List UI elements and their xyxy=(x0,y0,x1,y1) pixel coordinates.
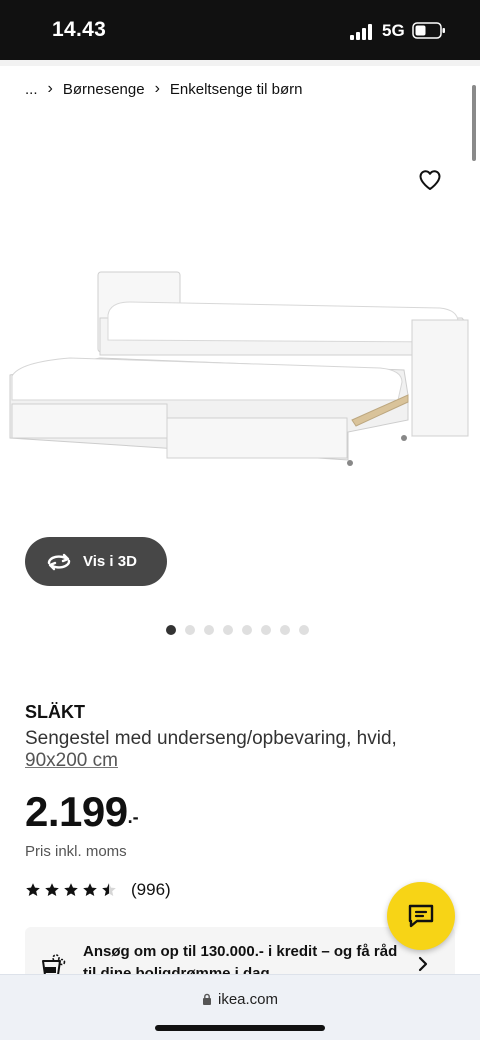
url-field[interactable]: ikea.com xyxy=(0,991,480,1008)
gallery-pagination xyxy=(166,625,309,637)
header-divider xyxy=(0,60,480,66)
lock-icon xyxy=(202,993,211,1005)
product-description: Sengestel med underseng/opbevaring, hvid… xyxy=(25,728,397,749)
breadcrumb-children-beds[interactable]: Børnesenge xyxy=(63,81,145,98)
network-label: 5G xyxy=(382,21,405,40)
product-price: 2.199 .- xyxy=(25,788,139,836)
chat-button[interactable] xyxy=(387,882,455,950)
product-size-link[interactable]: 90x200 cm xyxy=(25,750,118,772)
gallery-dot-1[interactable] xyxy=(166,625,176,635)
star-icon xyxy=(83,883,97,896)
heart-icon[interactable] xyxy=(418,168,442,192)
gallery-dot-4[interactable] xyxy=(223,625,233,635)
rating-count: (996) xyxy=(131,880,171,899)
rotate-3d-icon xyxy=(47,553,71,570)
product-image[interactable] xyxy=(0,250,480,550)
gallery-dot-8[interactable] xyxy=(299,625,309,635)
gallery-dot-2[interactable] xyxy=(185,625,195,635)
home-indicator[interactable] xyxy=(155,1025,325,1031)
gallery-dot-3[interactable] xyxy=(204,625,214,635)
chat-icon xyxy=(408,904,434,928)
battery-icon xyxy=(412,22,445,39)
star-half-icon xyxy=(102,883,116,896)
browser-address-bar[interactable]: ikea.com xyxy=(0,974,480,1040)
price-amount: 2.199 xyxy=(25,788,128,835)
view-3d-button[interactable]: Vis i 3D xyxy=(25,537,167,586)
chevron-right-icon: › xyxy=(154,80,160,97)
chevron-right-icon xyxy=(418,956,428,972)
price-note: Pris inkl. moms xyxy=(25,843,127,860)
page-scrollbar[interactable] xyxy=(472,85,476,161)
star-icon xyxy=(64,883,78,896)
chevron-right-icon: › xyxy=(47,80,53,97)
gallery-dot-5[interactable] xyxy=(242,625,252,635)
rating-stars xyxy=(25,882,117,898)
status-bar: 14.43 5G xyxy=(0,0,480,60)
breadcrumb-single-beds[interactable]: Enkeltsenge til børn xyxy=(170,81,303,98)
gallery-dot-6[interactable] xyxy=(261,625,271,635)
breadcrumb-ellipsis[interactable]: ... xyxy=(25,81,38,98)
breadcrumb: ... › Børnesenge › Enkeltsenge til børn xyxy=(25,80,302,98)
product-rating[interactable]: (996) xyxy=(25,880,171,900)
star-icon xyxy=(45,883,59,896)
gallery-dot-7[interactable] xyxy=(280,625,290,635)
signal-icon xyxy=(350,24,372,40)
star-icon xyxy=(26,883,40,896)
url-text: ikea.com xyxy=(217,991,279,1008)
product-name: SLÄKT xyxy=(25,702,85,722)
view-3d-label: Vis i 3D xyxy=(83,553,137,570)
price-suffix: .- xyxy=(127,807,139,827)
status-time: 14.43 xyxy=(52,18,107,41)
